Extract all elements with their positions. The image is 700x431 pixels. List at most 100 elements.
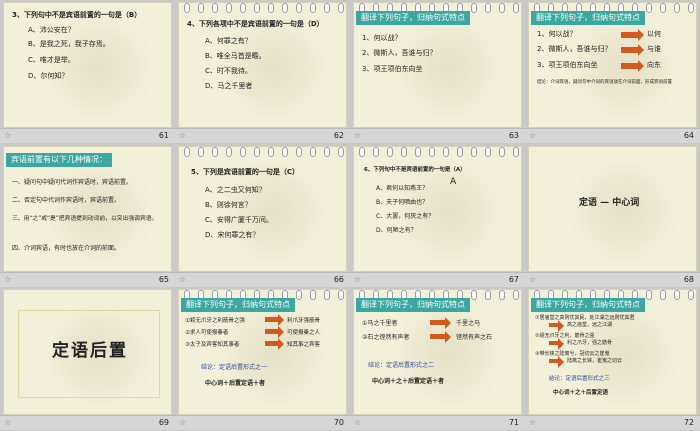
transition-icon: ☆ xyxy=(354,131,362,140)
slide-thumbnail[interactable]: 定语后置 xyxy=(3,289,172,416)
slide-62[interactable]: 4、下列各项中不是宾语前置的一句是（D） A、何罪之有？ B、唯全马首是瞻。 C… xyxy=(175,0,350,144)
answer-mark: A xyxy=(450,176,457,187)
slide-number: 70 xyxy=(333,418,344,428)
answer: 向东 xyxy=(647,61,661,69)
answer: 与谁 xyxy=(647,45,661,53)
slide-72[interactable]: 翻译下列句子，归纳句式特点 ①居庙堂之高则忧其民，处江湖之远则忧其君 高之庙堂，… xyxy=(525,287,700,431)
slide-thumbnail[interactable]: 翻译下列句子，归纳句式特点 1、何以战？ 2、微斯人，吾谁与归？ 3、项王项伯东… xyxy=(353,2,522,128)
slide-65[interactable]: 宾语前置有以下几种情况： 一、疑问句中疑问代词作宾语时，宾语前置。 二、否定句中… xyxy=(0,144,175,288)
slide-footer: ☆ 63 xyxy=(350,128,525,143)
slide-center-title: 定语 — 中心词 xyxy=(579,197,640,208)
arrow-icon xyxy=(265,326,284,339)
answer: 陆离之长铗，崔嵬之切云 xyxy=(567,358,623,365)
answer: 知其事之宾客 xyxy=(287,342,321,349)
slide-thumbnail[interactable]: 5、下列是宾语前置的一句是（C） A、之二虫又何知？ B、则徐何言？ C、安得广… xyxy=(178,145,347,272)
arrow-icon xyxy=(549,356,564,369)
slide-header: 翻译下列句子，归纳句式特点 xyxy=(356,11,470,25)
slide-thumbnail[interactable]: 3、下列句中不是宾语前置的一句是（B） A、沛公安在？ B、是我之死，我子存焉。… xyxy=(3,2,172,128)
sentence: ②求人可使报秦者 xyxy=(185,330,229,337)
slide-63[interactable]: 翻译下列句子，归纳句式特点 1、何以战？ 2、微斯人，吾谁与归？ 3、项王项伯东… xyxy=(350,0,525,144)
slide-69[interactable]: 定语后置 ☆ 69 xyxy=(0,287,175,431)
slide-number: 72 xyxy=(683,418,694,428)
sentence: 3、项王项伯东向坐 xyxy=(362,65,423,73)
slide-title: 3、下列句中不是宾语前置的一句是（B） xyxy=(12,11,142,19)
sentence: 1、何以战？ xyxy=(537,30,577,38)
slide-67[interactable]: 6、下列句中不是宾语前置的一句是（A） A A、君何以知燕王？ B、夫子何哂由也… xyxy=(350,144,525,288)
arrow-icon xyxy=(549,338,564,351)
slide-number: 67 xyxy=(508,274,519,284)
transition-icon: ☆ xyxy=(354,418,362,428)
answer: 可使报秦之人 xyxy=(287,330,321,337)
slide-number: 65 xyxy=(158,274,169,284)
formula: 中心词＋之＋后置定语＋者 xyxy=(372,378,445,386)
answer: 铿然有声之石 xyxy=(456,334,493,342)
transition-icon: ☆ xyxy=(4,418,12,428)
slide-thumbnail[interactable]: 4、下列各项中不是宾语前置的一句是（D） A、何罪之有？ B、唯全马首是瞻。 C… xyxy=(178,2,347,128)
sentence: 2、微斯人，吾谁与归？ xyxy=(537,45,612,53)
rule-item: 一、疑问句中疑问代词作宾语时，宾语前置。 xyxy=(12,178,133,186)
arrow-icon xyxy=(621,60,644,72)
slide-66[interactable]: 5、下列是宾语前置的一句是（C） A、之二虫又何知？ B、则徐何言？ C、安得广… xyxy=(175,144,350,288)
slide-footer: ☆ 71 xyxy=(350,415,525,431)
slide-64[interactable]: 翻译下列句子，归纳句式特点 1、何以战？ 2、微斯人，吾谁与归？ 3、项王项伯东… xyxy=(525,0,700,144)
transition-icon: ☆ xyxy=(179,274,187,284)
transition-icon: ☆ xyxy=(179,131,187,140)
option: D、宋何罪之有？ xyxy=(205,230,260,239)
option: D、何陋之有？ xyxy=(376,226,417,234)
slide-title: 5、下列是宾语前置的一句是（C） xyxy=(191,167,300,176)
slide-footer: ☆ 70 xyxy=(175,415,350,431)
slide-thumbnail[interactable]: 翻译下列句子，归纳句式特点 ①居庙堂之高则忧其民，处江湖之远则忧其君 高之庙堂，… xyxy=(528,289,697,416)
slide-number: 61 xyxy=(158,131,169,140)
transition-icon: ☆ xyxy=(529,418,537,428)
option: C、唯才是举。 xyxy=(28,56,75,64)
slide-70[interactable]: 翻译下列句子，归纳句式特点 ①蚓无爪牙之利筋骨之强 ②求人可使报秦者 ③太子及宾… xyxy=(175,287,350,431)
option: C、时不我待。 xyxy=(205,67,252,75)
answer: 利爪牙强筋骨 xyxy=(287,318,321,325)
transition-icon: ☆ xyxy=(529,131,537,140)
slide-thumbnail[interactable]: 翻译下列句子，归纳句式特点 ①马之千里者 ②石之铿然有声者 千里之马 铿然有声之… xyxy=(353,289,522,416)
transition-icon: ☆ xyxy=(354,274,362,284)
slide-title: 4、下列各项中不是宾语前置的一句是（D） xyxy=(187,20,324,28)
slide-header: 翻译下列句子，归纳句式特点 xyxy=(531,11,645,25)
sentence: ①蚓无爪牙之利筋骨之强 xyxy=(185,318,245,325)
conclusion: 结论：定语后置形式之三 xyxy=(549,376,610,383)
slide-footer: ☆ 68 xyxy=(525,271,700,287)
conclusion: 结论：定语后置形式之一 xyxy=(201,364,268,372)
option: C、大罢，何厌之有？ xyxy=(376,212,435,220)
option: A、之二虫又何知？ xyxy=(205,185,266,194)
sentence: 1、何以战？ xyxy=(362,34,402,42)
transition-icon: ☆ xyxy=(4,274,12,284)
transition-icon: ☆ xyxy=(179,418,187,428)
slide-header: 翻译下列句子，归纳句式特点 xyxy=(531,298,645,313)
slide-footer: ☆ 65 xyxy=(0,271,175,287)
transition-icon: ☆ xyxy=(4,131,12,140)
slide-header: 翻译下列句子，归纳句式特点 xyxy=(181,298,295,313)
slide-thumbnail[interactable]: 翻译下列句子，归纳句式特点 ①蚓无爪牙之利筋骨之强 ②求人可使报秦者 ③太子及宾… xyxy=(178,289,347,416)
slide-number: 71 xyxy=(508,418,519,428)
arrow-icon xyxy=(265,338,284,351)
option: B、是我之死，我子存焉。 xyxy=(28,40,110,48)
slide-header: 翻译下列句子，归纳句式特点 xyxy=(356,298,470,313)
slide-number: 66 xyxy=(333,274,344,284)
formula: 中心词＋后置定语＋者 xyxy=(205,380,266,388)
slide-68[interactable]: 定语 — 中心词 ☆ 68 xyxy=(525,144,700,288)
slide-footer: ☆ 67 xyxy=(350,271,525,287)
answer: 利之爪牙，强之筋骨 xyxy=(567,340,613,347)
answer: 以何 xyxy=(647,30,661,38)
slide-thumbnail[interactable]: 宾语前置有以下几种情况： 一、疑问句中疑问代词作宾语时，宾语前置。 二、否定句中… xyxy=(3,145,172,272)
slide-number: 64 xyxy=(683,131,694,140)
slide-footer: ☆ 61 xyxy=(0,128,175,143)
slide-thumbnail[interactable]: 6、下列句中不是宾语前置的一句是（A） A A、君何以知燕王？ B、夫子何哂由也… xyxy=(353,145,522,272)
arrow-icon xyxy=(621,29,644,41)
slide-61[interactable]: 3、下列句中不是宾语前置的一句是（B） A、沛公安在？ B、是我之死，我子存焉。… xyxy=(0,0,175,144)
option: C、安得广厦千万间。 xyxy=(205,215,273,224)
answer: 高之庙堂，远之江湖 xyxy=(567,322,613,329)
option: B、则徐何言？ xyxy=(205,200,252,209)
slide-thumbnail[interactable]: 定语 — 中心词 xyxy=(528,145,697,272)
sentence: ②石之铿然有声者 xyxy=(362,334,410,342)
slide-71[interactable]: 翻译下列句子，归纳句式特点 ①马之千里者 ②石之铿然有声者 千里之马 铿然有声之… xyxy=(350,287,525,431)
slide-thumbnail[interactable]: 翻译下列句子，归纳句式特点 1、何以战？ 2、微斯人，吾谁与归？ 3、项王项伯东… xyxy=(528,2,697,128)
slide-number: 62 xyxy=(333,131,344,140)
formula: 中心词＋之＋后置定语 xyxy=(553,390,609,397)
arrow-icon xyxy=(430,317,451,330)
